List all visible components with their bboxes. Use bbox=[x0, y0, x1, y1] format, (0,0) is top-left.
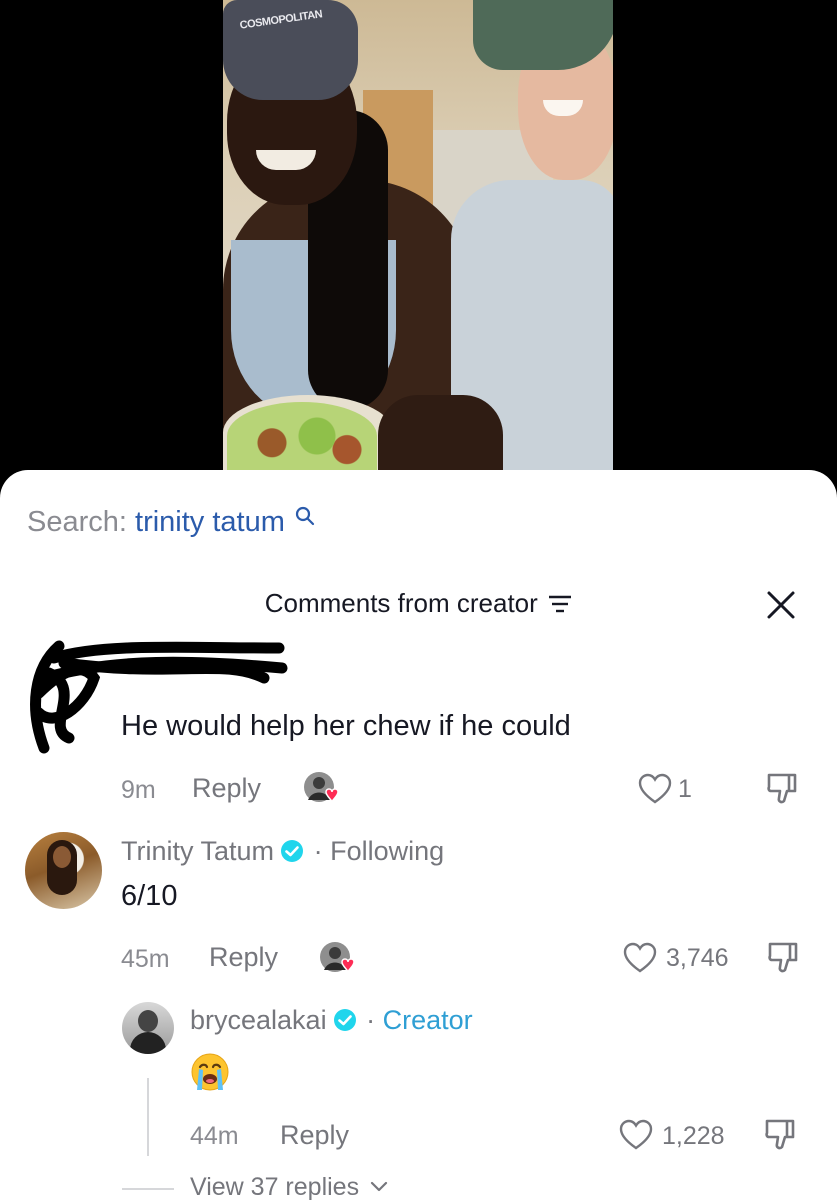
hand bbox=[378, 395, 503, 470]
reply-button[interactable]: Reply bbox=[192, 773, 261, 804]
search-label: Search: bbox=[27, 506, 127, 538]
person-left-cap: COSMOPOLITAN bbox=[223, 0, 358, 100]
view-replies-label[interactable]: View 37 replies bbox=[190, 1173, 359, 1200]
cap-text: COSMOPOLITAN bbox=[239, 8, 323, 32]
creator-liked-avatar bbox=[304, 772, 339, 803]
like-heart-icon[interactable] bbox=[623, 942, 657, 974]
comment-text: 6/10 bbox=[121, 880, 178, 912]
reply-avatar[interactable] bbox=[122, 1002, 174, 1054]
thread-line bbox=[147, 1078, 149, 1156]
like-heart-icon[interactable] bbox=[619, 1119, 653, 1151]
reply-author[interactable]: brycealakai · Creator bbox=[190, 1005, 473, 1036]
verified-badge-icon bbox=[333, 1009, 356, 1031]
avatar-body bbox=[130, 1032, 166, 1054]
dislike-icon[interactable] bbox=[765, 770, 801, 806]
close-icon[interactable] bbox=[766, 590, 796, 620]
verified-badge-icon bbox=[281, 840, 304, 862]
dislike-icon[interactable] bbox=[763, 1116, 799, 1152]
comment-time: 45m bbox=[121, 945, 170, 973]
avatar-head bbox=[138, 1010, 158, 1032]
reply-time: 44m bbox=[190, 1122, 239, 1150]
video-player[interactable]: COSMOPOLITAN bbox=[0, 0, 837, 500]
comments-sheet: Search: trinity tatum Comments from crea… bbox=[0, 470, 837, 1200]
comment-time: 9m bbox=[121, 776, 156, 804]
creator-label: Creator bbox=[382, 1005, 473, 1035]
filter-icon[interactable] bbox=[548, 594, 572, 614]
like-count: 1,228 bbox=[662, 1122, 725, 1150]
author-name[interactable]: Trinity Tatum bbox=[121, 836, 274, 866]
search-suggestion[interactable]: Search: trinity tatum bbox=[27, 506, 315, 539]
comment-text: He would help her chew if he could bbox=[121, 710, 571, 742]
name-separator: · bbox=[366, 1005, 376, 1035]
comments-title: Comments from creator bbox=[264, 588, 538, 618]
food bbox=[227, 402, 377, 470]
like-count: 3,746 bbox=[666, 944, 729, 972]
reply-button[interactable]: Reply bbox=[209, 942, 278, 973]
comment-author[interactable]: Trinity Tatum · Following bbox=[121, 836, 444, 867]
author-name[interactable]: brycealakai bbox=[190, 1005, 327, 1035]
chevron-down-icon bbox=[370, 1181, 388, 1192]
view-replies-button[interactable]: View 37 replies bbox=[190, 1173, 388, 1200]
avatar[interactable] bbox=[25, 832, 102, 909]
name-separator: · bbox=[313, 836, 323, 866]
like-heart-icon[interactable] bbox=[638, 773, 672, 805]
creator-liked-avatar bbox=[320, 942, 355, 973]
search-term[interactable]: trinity tatum bbox=[135, 506, 285, 538]
like-count: 1 bbox=[678, 775, 692, 803]
reply-button[interactable]: Reply bbox=[280, 1120, 349, 1151]
search-icon bbox=[295, 506, 315, 526]
dislike-icon[interactable] bbox=[766, 939, 802, 975]
avatar-face bbox=[53, 846, 71, 868]
view-replies-line bbox=[122, 1188, 174, 1190]
comments-header[interactable]: Comments from creator bbox=[0, 588, 837, 619]
following-label: Following bbox=[330, 836, 445, 866]
video-frame: COSMOPOLITAN bbox=[223, 0, 613, 470]
loudly-crying-face-icon bbox=[191, 1053, 229, 1091]
